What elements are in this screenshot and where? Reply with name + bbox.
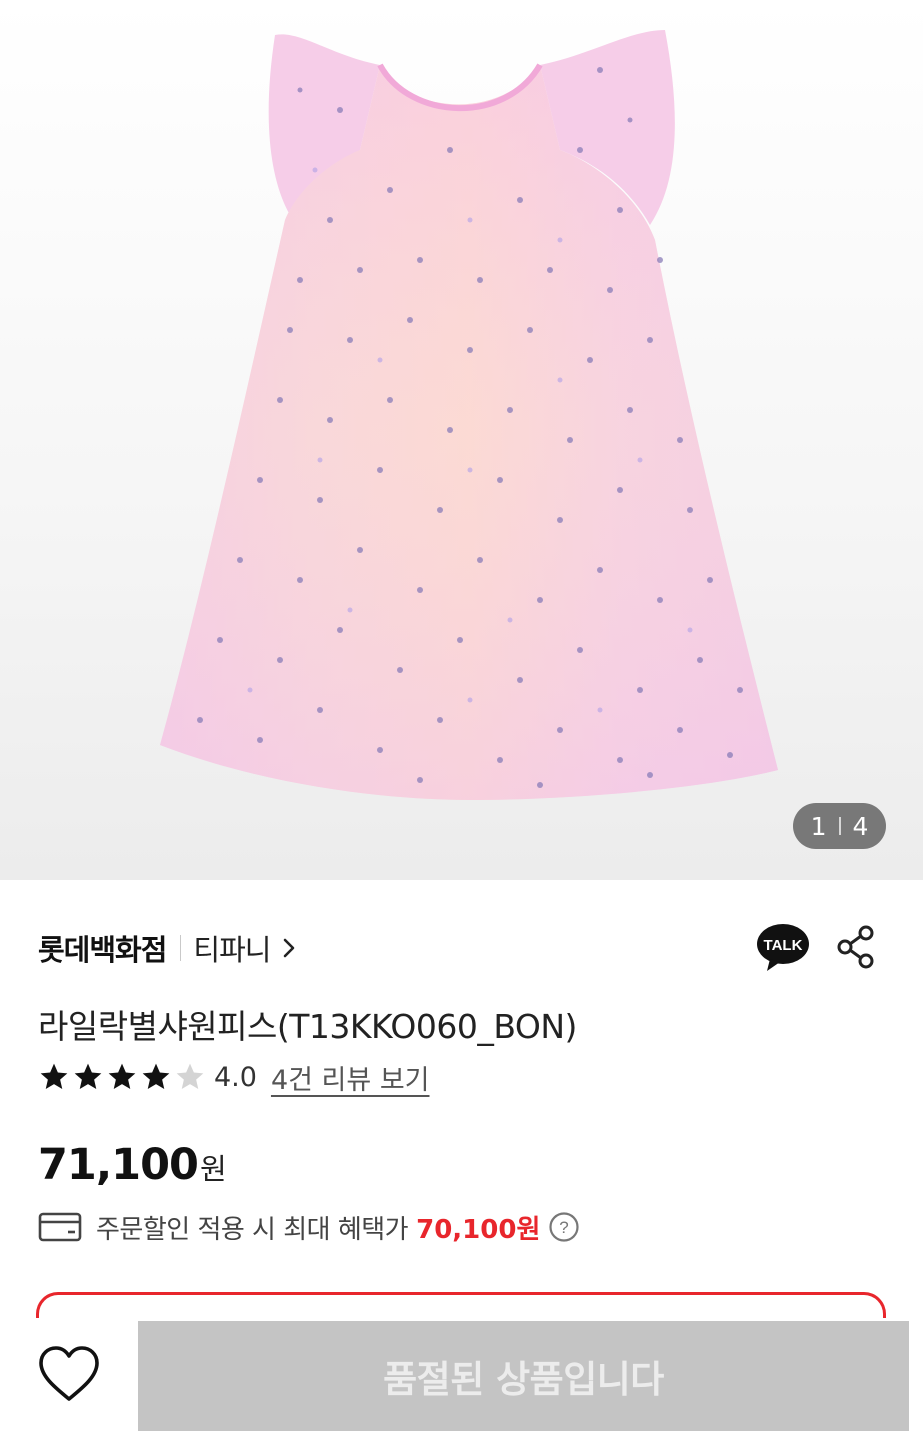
rating-stars <box>38 1061 206 1093</box>
share-icon[interactable] <box>836 925 876 969</box>
pager-total: 4 <box>852 811 869 841</box>
heart-icon[interactable] <box>37 1345 101 1403</box>
product-image-gallery[interactable]: 1 4 <box>0 0 923 880</box>
star-filled-icon <box>74 1063 102 1089</box>
soldout-button[interactable]: 품절된 상품입니다 <box>138 1321 909 1431</box>
benefit-text: 주문할인 적용 시 최대 혜택가 <box>96 1214 409 1245</box>
card-icon <box>38 1212 82 1242</box>
price-row: 71,100 원 <box>38 1140 227 1190</box>
review-link[interactable]: 4건 리뷰 보기 <box>271 1058 430 1097</box>
store-name[interactable]: 롯데백화점 <box>38 927 167 969</box>
price-currency: 원 <box>199 1152 227 1186</box>
benefit-row: 주문할인 적용 시 최대 혜택가 70,100원 ? <box>38 1206 580 1248</box>
product-title: 라일락별샤원피스(T13KKO060_BON) <box>38 1007 577 1046</box>
chevron-right-icon[interactable] <box>282 937 296 959</box>
help-icon[interactable]: ? <box>548 1211 580 1243</box>
brand-divider <box>180 935 182 961</box>
pager-current: 1 <box>810 811 827 841</box>
price-amount: 71,100 <box>38 1140 199 1190</box>
rating-row: 4.0 4건 리뷰 보기 <box>38 1058 430 1096</box>
kakao-talk-icon[interactable]: TALK <box>756 921 810 973</box>
benefit-price: 70,100원 <box>416 1214 541 1245</box>
product-image <box>160 30 778 800</box>
talk-label: TALK <box>764 937 803 954</box>
brand-link[interactable]: 티파니 <box>193 927 271 969</box>
star-filled-icon <box>142 1063 170 1089</box>
rating-value: 4.0 <box>214 1061 257 1093</box>
star-empty-icon <box>176 1063 204 1089</box>
star-filled-icon <box>40 1063 68 1089</box>
image-pager: 1 4 <box>793 803 886 849</box>
star-filled-icon <box>108 1063 136 1089</box>
pager-separator <box>838 817 841 835</box>
svg-text:?: ? <box>560 1218 569 1237</box>
